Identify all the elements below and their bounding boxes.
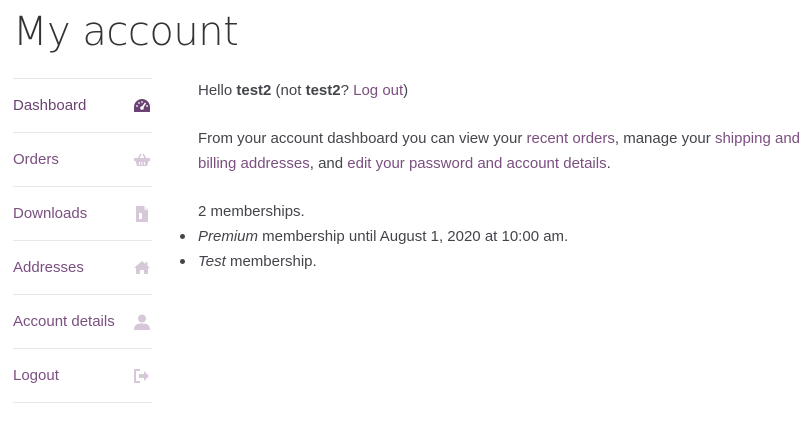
memberships-count: 2 memberships.	[198, 203, 305, 220]
membership-name: Premium	[198, 228, 259, 245]
dashboard-gauge-icon	[132, 96, 152, 116]
greeting-prefix: Hello	[198, 82, 237, 99]
intro-text: , manage your	[614, 130, 715, 147]
greeting: Hello test2 (not test2? Log out)	[198, 78, 808, 103]
user-icon	[132, 312, 152, 332]
greeting-not: (not	[271, 82, 306, 99]
nav-label: Downloads	[13, 205, 88, 222]
account-navigation: Dashboard Orders Downloads Addresses Acc…	[13, 78, 152, 403]
page-title: My account	[13, 9, 239, 55]
nav-item-orders[interactable]: Orders	[13, 133, 152, 187]
home-icon	[132, 258, 152, 278]
membership-detail: membership until August 1, 2020 at 10:00…	[258, 228, 569, 245]
nav-item-logout[interactable]: Logout	[13, 349, 152, 403]
nav-label: Logout	[13, 367, 59, 384]
nav-label: Dashboard	[13, 97, 87, 114]
greeting-question: ?	[340, 82, 354, 99]
account-content: Hello test2 (not test2? Log out) From yo…	[180, 78, 808, 274]
membership-detail: membership.	[225, 253, 317, 270]
intro-text: .	[606, 155, 611, 172]
file-icon	[132, 204, 152, 224]
logout-icon	[132, 366, 152, 386]
list-item: Premium membership until August 1, 2020 …	[180, 224, 808, 249]
nav-label: Account details	[13, 313, 115, 330]
nav-label: Orders	[13, 151, 59, 168]
list-item: Test membership.	[180, 249, 808, 274]
basket-icon	[132, 150, 152, 170]
nav-item-dashboard[interactable]: Dashboard	[13, 79, 152, 133]
nav-item-downloads[interactable]: Downloads	[13, 187, 152, 241]
intro-text: From your account dashboard you can view…	[198, 130, 527, 147]
dashboard-intro: From your account dashboard you can view…	[198, 126, 808, 176]
nav-label: Addresses	[13, 259, 84, 276]
nav-item-account-details[interactable]: Account details	[13, 295, 152, 349]
account-details-link[interactable]: edit your password and account details	[347, 155, 606, 172]
memberships-list: Premium membership until August 1, 2020 …	[180, 224, 808, 274]
membership-name: Test	[198, 253, 226, 270]
username: test2	[236, 82, 272, 99]
greeting-close: )	[403, 82, 409, 99]
recent-orders-link[interactable]: recent orders	[527, 130, 615, 147]
username: test2	[305, 82, 341, 99]
logout-link[interactable]: Log out	[353, 82, 403, 99]
intro-text: , and	[309, 155, 348, 172]
nav-item-addresses[interactable]: Addresses	[13, 241, 152, 295]
